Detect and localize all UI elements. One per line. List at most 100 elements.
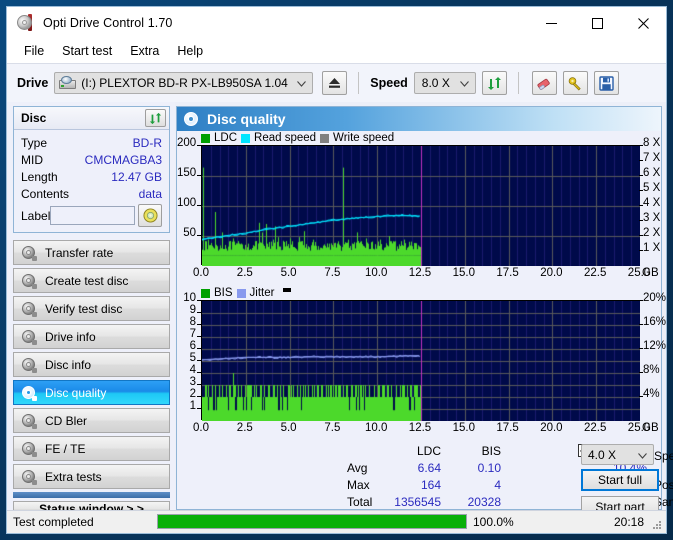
y-axis-tick: 7 bbox=[189, 328, 196, 340]
disc-group-title: Disc bbox=[21, 111, 47, 125]
sidebar: Disc Type BD-R MID CMCMAGBA3 Length 12.4… bbox=[7, 102, 175, 517]
sidebar-item-extra-tests[interactable]: Extra tests bbox=[13, 464, 170, 489]
y2-axis-tickmark bbox=[639, 348, 643, 349]
x-axis-tick: 22.5 bbox=[583, 267, 607, 279]
test-speed-select[interactable]: 4.0 X bbox=[581, 444, 654, 465]
y2-axis-tick: 3 X bbox=[643, 212, 661, 224]
drive-select-value: (I:) PLEXTOR BD-R PX-LB950SA 1.04 bbox=[81, 76, 288, 90]
x-axis-tick: 15.0 bbox=[452, 422, 475, 434]
sidebar-item-label: Extra tests bbox=[45, 469, 102, 484]
chart2-legend: BIS Jitter bbox=[201, 287, 292, 299]
menu-file[interactable]: File bbox=[15, 42, 53, 60]
stats-bis-avg: 0.10 bbox=[477, 461, 501, 475]
stats-ldc-avg: 6.64 bbox=[417, 461, 441, 475]
disc-quality-icon bbox=[22, 385, 37, 401]
y2-axis-tickmark bbox=[639, 220, 643, 221]
maximize-icon[interactable] bbox=[574, 7, 620, 39]
y2-axis-tick: 7 X bbox=[643, 152, 661, 164]
x-axis-tick: 7.5 bbox=[324, 267, 341, 279]
drive-select[interactable]: (I:) PLEXTOR BD-R PX-LB950SA 1.04 bbox=[54, 72, 314, 94]
disc-key: Length bbox=[21, 169, 58, 184]
stats-bis-max: 4 bbox=[494, 478, 501, 492]
y-axis-tickmark bbox=[197, 372, 201, 373]
erase-button[interactable] bbox=[531, 71, 557, 95]
y-axis-tick: 1 bbox=[189, 400, 196, 412]
eraser-icon bbox=[537, 78, 551, 90]
y-axis-tickmark bbox=[197, 312, 201, 313]
y2-axis-tick: 1 X bbox=[643, 242, 661, 254]
sidebar-item-label: Disc quality bbox=[45, 385, 107, 400]
stats-row-total: Total bbox=[347, 495, 373, 509]
disc-label-button[interactable] bbox=[138, 204, 162, 227]
sidebar-item-label: Disc info bbox=[45, 357, 92, 372]
refresh-icon bbox=[149, 112, 162, 124]
disc-fete-icon bbox=[22, 441, 37, 457]
sidebar-item-fe-te[interactable]: FE / TE bbox=[13, 436, 170, 461]
main-panel: Disc quality LDC Read speed Write speed bbox=[175, 102, 673, 518]
nav-buttons: Transfer rate Create test disc Verify te… bbox=[13, 240, 170, 489]
resize-grip[interactable] bbox=[652, 520, 662, 530]
chart1-plot-area bbox=[201, 145, 640, 266]
disc-drive-icon bbox=[22, 329, 37, 345]
x-axis-tick: 17.5 bbox=[496, 422, 519, 434]
y-axis-tickmark bbox=[197, 336, 201, 337]
sidebar-item-transfer-rate[interactable]: Transfer rate bbox=[13, 240, 170, 265]
refresh-button[interactable] bbox=[481, 71, 507, 95]
legend-swatch-ldc bbox=[201, 133, 210, 143]
sidebar-item-label: CD Bler bbox=[45, 413, 88, 428]
sidebar-item-cd-bler[interactable]: CD Bler bbox=[13, 408, 170, 433]
speed-label: Speed bbox=[370, 76, 408, 90]
test-speed-value: 4.0 X bbox=[588, 447, 617, 462]
stats-row-avg: Avg bbox=[347, 461, 368, 475]
sidebar-item-label: Verify test disc bbox=[45, 301, 123, 316]
x-axis-tick: 20.0 bbox=[540, 267, 563, 279]
save-button[interactable] bbox=[593, 71, 619, 95]
disc-properties: Type BD-R MID CMCMAGBA3 Length 12.47 GB … bbox=[14, 130, 169, 232]
legend-swatch-read-speed bbox=[241, 133, 251, 143]
disc-label-row: Label bbox=[21, 204, 162, 227]
menu-help[interactable]: Help bbox=[168, 42, 212, 60]
disc-value: BD-R bbox=[132, 135, 162, 150]
y-axis-tick: 200 bbox=[177, 137, 197, 149]
y2-axis-tickmark bbox=[639, 324, 643, 325]
close-icon[interactable] bbox=[620, 7, 666, 39]
sidebar-item-disc-info[interactable]: Disc info bbox=[13, 352, 170, 377]
sidebar-item-create-test-disc[interactable]: Create test disc bbox=[13, 268, 170, 293]
chevron-down-icon bbox=[459, 76, 469, 90]
sidebar-item-disc-quality[interactable]: Disc quality bbox=[13, 380, 170, 405]
chevron-down-icon bbox=[297, 76, 307, 90]
disc-key: Type bbox=[21, 135, 48, 150]
y2-axis-tickmark bbox=[639, 235, 643, 236]
sidebar-item-verify-test-disc[interactable]: Verify test disc bbox=[13, 296, 170, 321]
y-axis-tick: 5 bbox=[189, 352, 196, 364]
sidebar-item-drive-info[interactable]: Drive info bbox=[13, 324, 170, 349]
disc-refresh-button[interactable] bbox=[145, 109, 166, 127]
toolbar-divider-2 bbox=[517, 72, 519, 94]
speed-select[interactable]: 8.0 X bbox=[413, 72, 476, 94]
chevron-down-icon bbox=[638, 448, 647, 462]
y-axis-tick: 4 bbox=[189, 364, 196, 376]
y-axis-tick: 100 bbox=[177, 197, 197, 209]
y2-axis-tickmark bbox=[639, 300, 643, 301]
sidebar-item-label: Create test disc bbox=[45, 273, 129, 288]
eject-icon bbox=[329, 78, 341, 88]
page-title: Disc quality bbox=[207, 111, 286, 127]
settings-button[interactable] bbox=[562, 71, 588, 95]
menu-start-test[interactable]: Start test bbox=[53, 42, 121, 60]
x-axis-tick: 10.0 bbox=[364, 422, 388, 434]
y-axis-tickmark bbox=[197, 175, 201, 176]
x-axis-tick: 2.5 bbox=[236, 422, 253, 434]
menu-extra[interactable]: Extra bbox=[121, 42, 168, 60]
y-axis-tickmark bbox=[197, 205, 201, 206]
panel-header: Disc quality bbox=[177, 107, 661, 131]
menu-bar: File Start test Extra Help bbox=[7, 39, 666, 63]
x-axis-tick: 7.5 bbox=[324, 422, 341, 434]
x-axis-tick: 0.0 bbox=[193, 422, 209, 434]
minimize-icon[interactable] bbox=[528, 7, 574, 39]
start-full-button[interactable]: Start full bbox=[581, 469, 659, 491]
eject-button[interactable] bbox=[322, 71, 348, 95]
legend-swatch-jitter bbox=[236, 288, 246, 298]
disc-label-input[interactable] bbox=[50, 206, 136, 225]
statistics-area: LDC BIS Avg Max Total 6.64 164 1356545 0… bbox=[177, 441, 673, 518]
disc-key: Contents bbox=[21, 186, 70, 201]
